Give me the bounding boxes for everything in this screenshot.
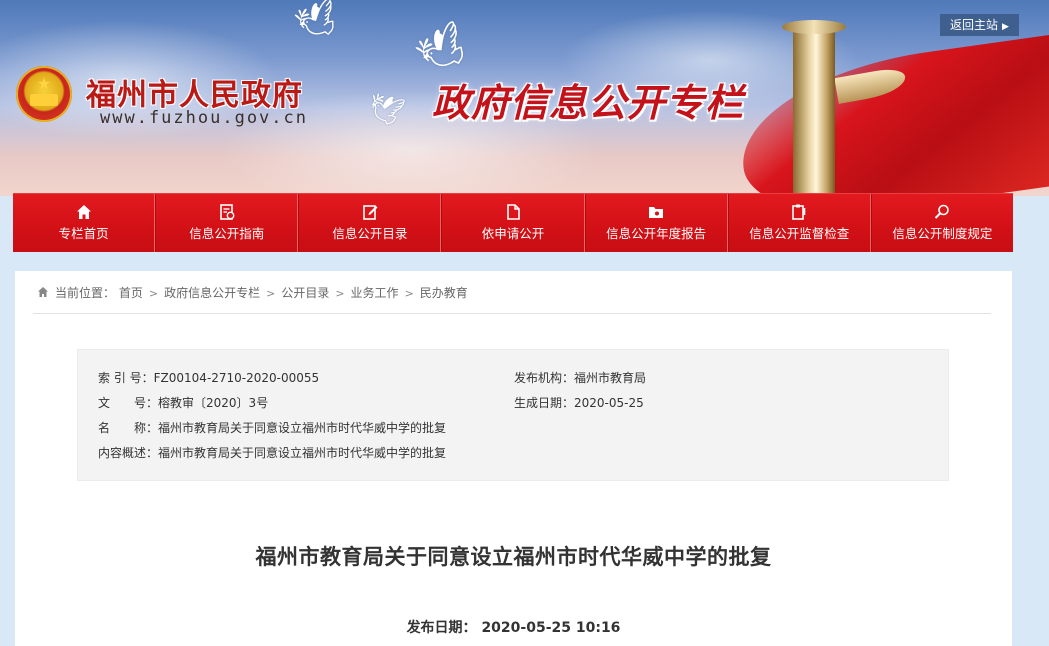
pillar-top-decoration (782, 20, 846, 34)
header-banner: 🕊 🕊 🕊 ★ 福州市人民政府 www.fuzhou.gov.cn 政府信息公开… (0, 0, 1049, 196)
home-icon (38, 287, 48, 297)
meta-name: 名 称：福州市教育局关于同意设立福州市时代华威中学的批复 (98, 420, 446, 436)
guide-icon (219, 204, 235, 220)
home-icon (76, 205, 91, 219)
meta-label: 发布机构： (514, 371, 575, 385)
return-main-site-button[interactable]: 返回主站 ▶ (940, 14, 1019, 36)
meta-value: 福州市教育局关于同意设立福州市时代华威中学的批复 (158, 446, 447, 460)
huabiao-pillar-decoration (793, 28, 835, 196)
meta-value: FZ00104-2710-2020-00055 (153, 371, 320, 385)
magnifier-icon (935, 204, 950, 219)
nav-item-guide[interactable]: 信息公开指南 (155, 194, 299, 252)
content-panel: 当前位置： 首页 > 政府信息公开专栏 > 公开目录 > 业务工作 > 民办教育 索 引 号：F… (15, 271, 1012, 646)
nav-item-label: 信息公开监督检查 (749, 226, 850, 241)
nav-item-supervision[interactable]: 信息公开监督检查 (727, 194, 871, 252)
nav-item-label: 信息公开年度报告 (606, 226, 707, 241)
document-icon (507, 204, 520, 220)
breadcrumb-divider (33, 313, 991, 314)
nav-item-home[interactable]: 专栏首页 (13, 194, 156, 252)
meta-label: 索 引 号： (98, 371, 154, 385)
publish-date-value: 2020-05-25 10:16 (481, 620, 621, 636)
nav-item-regulations[interactable]: 信息公开制度规定 (870, 194, 1013, 252)
meta-document-number: 文 号：榕教审〔2020〕3号 (98, 395, 268, 411)
catalog-icon (363, 205, 378, 220)
main-nav: 专栏首页 信息公开指南 信息公开目录 依申请公开 信息公开年度报告 信息公开监督… (13, 193, 1013, 252)
breadcrumb-separator: > (404, 287, 414, 300)
meta-created-date: 生成日期：2020-05-25 (514, 395, 644, 411)
nav-item-label: 依申请公开 (481, 226, 545, 241)
return-label: 返回主站 (950, 18, 999, 32)
nav-item-label: 信息公开制度规定 (892, 226, 993, 241)
breadcrumb: 当前位置： 首页 > 政府信息公开专栏 > 公开目录 > 业务工作 > 民办教育 (37, 285, 468, 301)
nav-item-catalog[interactable]: 信息公开目录 (298, 194, 442, 252)
breadcrumb-item-private-education[interactable]: 民办教育 (420, 286, 468, 300)
breadcrumb-item-home[interactable]: 首页 (119, 286, 143, 300)
meta-index-number: 索 引 号：FZ00104-2710-2020-00055 (98, 370, 319, 386)
article-title: 福州市教育局关于同意设立福州市时代华威中学的批复 (255, 545, 772, 569)
meta-publisher: 发布机构：福州市教育局 (514, 370, 646, 386)
folder-icon (649, 207, 664, 218)
meta-label: 文 号： (98, 396, 159, 410)
meta-label: 生成日期： (514, 396, 575, 410)
breadcrumb-separator: > (266, 287, 276, 300)
meta-value: 2020-05-25 (574, 396, 644, 410)
meta-label: 名 称： (98, 421, 159, 435)
meta-summary: 内容概述：福州市教育局关于同意设立福州市时代华威中学的批复 (98, 445, 446, 461)
publish-date-label: 发布日期： (406, 620, 477, 636)
nav-item-annual-report[interactable]: 信息公开年度报告 (584, 194, 728, 252)
nav-item-label: 信息公开目录 (332, 226, 408, 241)
meta-value: 福州市教育局 (574, 371, 647, 385)
column-title: 政府信息公开专栏 (432, 80, 745, 125)
meta-label: 内容概述： (98, 446, 159, 460)
breadcrumb-item-column[interactable]: 政府信息公开专栏 (164, 286, 260, 300)
national-emblem-icon: ★ (16, 66, 72, 122)
star-icon: ★ (36, 74, 52, 93)
seagull-icon: 🕊 (290, 0, 345, 48)
seagull-icon: 🕊 (364, 88, 408, 131)
breadcrumb-prefix: 当前位置： (55, 286, 116, 300)
meta-value: 福州市教育局关于同意设立福州市时代华威中学的批复 (158, 421, 447, 435)
nav-item-label: 信息公开指南 (189, 226, 265, 241)
caret-right-icon: ▶ (1002, 22, 1009, 32)
breadcrumb-item-catalog[interactable]: 公开目录 (281, 286, 329, 300)
gate-icon (30, 94, 58, 106)
breadcrumb-separator: > (148, 287, 159, 300)
breadcrumb-item-business[interactable]: 业务工作 (351, 286, 399, 300)
site-url[interactable]: www.fuzhou.gov.cn (100, 108, 308, 128)
nav-item-apply[interactable]: 依申请公开 (441, 194, 585, 252)
seagull-icon: 🕊 (409, 17, 477, 83)
nav-item-label: 专栏首页 (58, 226, 109, 241)
clipboard-icon (792, 204, 806, 220)
meta-value: 榕教审〔2020〕3号 (158, 396, 269, 410)
document-metadata-box: 索 引 号：FZ00104-2710-2020-00055 发布机构：福州市教育… (77, 349, 949, 481)
publish-date: 发布日期： 2020-05-25 10:16 (15, 617, 1012, 637)
breadcrumb-separator: > (335, 287, 345, 300)
